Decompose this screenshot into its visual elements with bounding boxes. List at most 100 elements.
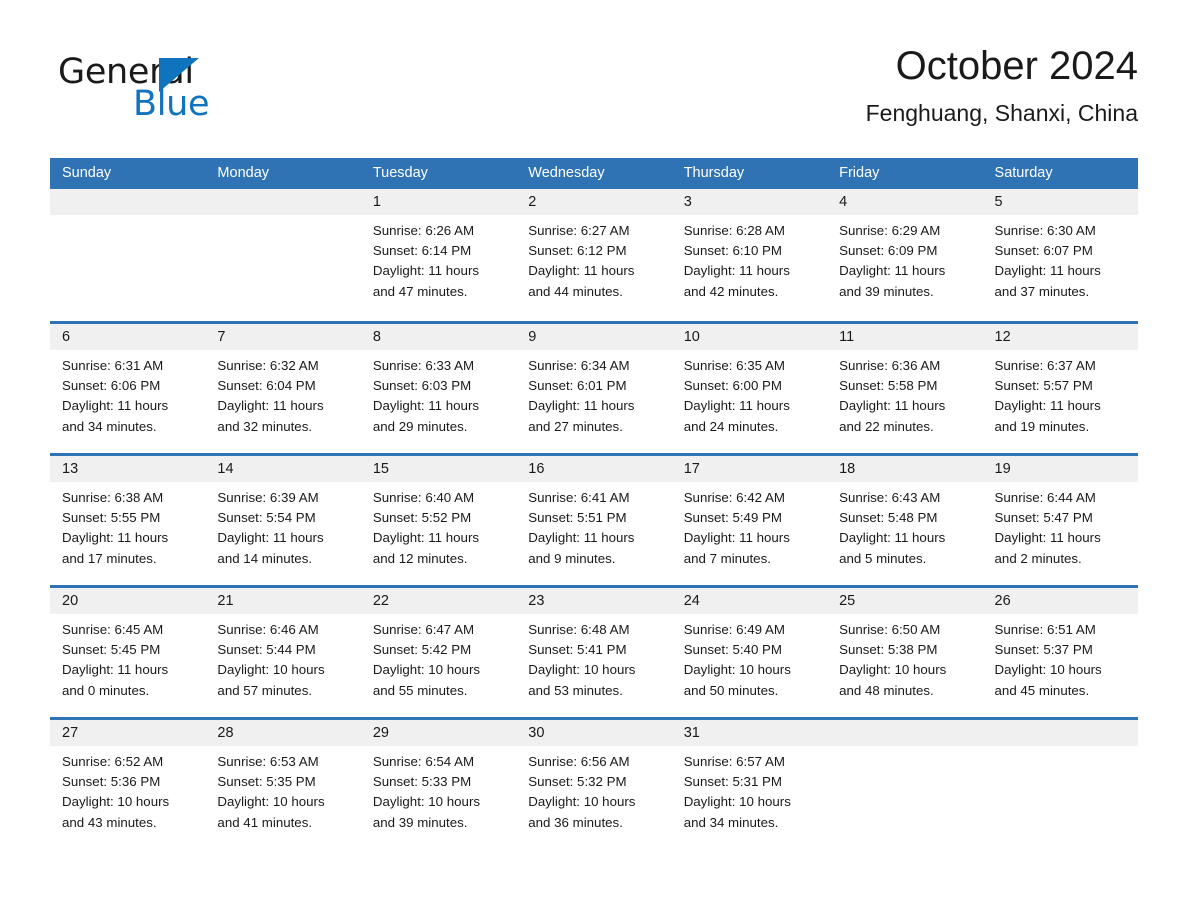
day-number: 18 xyxy=(839,461,856,477)
day-cell-empty xyxy=(982,720,1138,849)
day-cell[interactable]: 27 Sunrise: 6:52 AM Sunset: 5:36 PM Dayligh… xyxy=(50,720,206,849)
day-cell[interactable]: 2 Sunrise: 6:27 AM Sunset: 6:12 PM Daylight… xyxy=(516,189,672,321)
daylight-text-cont: and 12 minutes. xyxy=(372,550,468,566)
day-cell[interactable]: 23 Sunrise: 6:48 AM Sunset: 5:41 PM Dayligh… xyxy=(516,588,672,717)
day-number-band: 31 xyxy=(671,720,828,746)
logo-text-blue: Blue xyxy=(133,84,210,124)
calendar-page: General Blue October 2024 Fenghuang, Sha… xyxy=(0,0,1188,918)
sunset-text: Sunset: 5:31 PM xyxy=(683,774,782,790)
day-cell[interactable]: 24 Sunrise: 6:49 AM Sunset: 5:40 PM Dayligh… xyxy=(671,588,828,717)
day-details: Sunrise: 6:49 AM Sunset: 5:40 PM Daylight:… xyxy=(672,614,827,701)
day-cell[interactable]: 1 Sunrise: 6:26 AM Sunset: 6:14 PM Daylight… xyxy=(360,189,517,321)
weekday-header-sunday: Sunday xyxy=(62,165,112,181)
daylight-text-cont: and 47 minutes. xyxy=(372,283,468,299)
day-number: 14 xyxy=(217,461,234,477)
day-cell[interactable]: 16 Sunrise: 6:41 AM Sunset: 5:51 PM Dayligh… xyxy=(516,456,672,585)
day-details: Sunrise: 6:46 AM Sunset: 5:44 PM Daylight:… xyxy=(205,614,360,701)
day-cell[interactable]: 14 Sunrise: 6:39 AM Sunset: 5:54 PM Dayligh… xyxy=(205,456,361,585)
day-number-band: 22 xyxy=(360,588,517,614)
title-block: October 2024 Fenghuang, Shanxi, China xyxy=(866,40,1138,130)
day-number: 17 xyxy=(683,461,700,477)
day-cell[interactable]: 26 Sunrise: 6:51 AM Sunset: 5:37 PM Dayligh… xyxy=(982,588,1138,717)
day-number-band: 8 xyxy=(360,324,517,350)
calendar-week-row: 1 Sunrise: 6:26 AM Sunset: 6:14 PM Daylight… xyxy=(50,189,1138,321)
sunrise-text: Sunrise: 6:36 AM xyxy=(839,358,941,373)
day-number-band: 29 xyxy=(360,720,517,746)
daylight-text-cont: and 50 minutes. xyxy=(683,682,779,698)
sunrise-text: Sunrise: 6:53 AM xyxy=(217,754,319,769)
day-number: 21 xyxy=(217,593,234,609)
sunset-text: Sunset: 5:32 PM xyxy=(528,774,627,790)
day-cell[interactable]: 9 Sunrise: 6:34 AM Sunset: 6:01 PM Daylight… xyxy=(516,324,672,453)
day-details: Sunrise: 6:30 AM Sunset: 6:07 PM Daylight:… xyxy=(983,215,1138,302)
sunrise-text: Sunrise: 6:27 AM xyxy=(528,223,630,238)
day-cell[interactable]: 7 Sunrise: 6:32 AM Sunset: 6:04 PM Daylight… xyxy=(205,324,361,453)
day-details: Sunrise: 6:37 AM Sunset: 5:57 PM Daylight:… xyxy=(983,350,1138,437)
day-cell[interactable]: 15 Sunrise: 6:40 AM Sunset: 5:52 PM Dayligh… xyxy=(360,456,517,585)
day-cell[interactable]: 25 Sunrise: 6:50 AM Sunset: 5:38 PM Dayligh… xyxy=(827,588,983,717)
day-cell[interactable]: 31 Sunrise: 6:57 AM Sunset: 5:31 PM Dayligh… xyxy=(671,720,828,849)
day-cell[interactable]: 5 Sunrise: 6:30 AM Sunset: 6:07 PM Daylight… xyxy=(982,189,1138,321)
day-number-band: 2 xyxy=(516,189,672,215)
day-cell[interactable]: 17 Sunrise: 6:42 AM Sunset: 5:49 PM Dayligh… xyxy=(671,456,828,585)
daylight-text-cont: and 7 minutes. xyxy=(683,550,771,566)
calendar-week-row: 6 Sunrise: 6:31 AM Sunset: 6:06 PM Daylight… xyxy=(50,321,1138,453)
calendar-week-row: 27 Sunrise: 6:52 AM Sunset: 5:36 PM Dayligh… xyxy=(50,717,1138,849)
day-cell[interactable]: 11 Sunrise: 6:36 AM Sunset: 5:58 PM Dayligh… xyxy=(827,324,983,453)
sunset-text: Sunset: 5:45 PM xyxy=(62,642,161,658)
day-cell[interactable]: 4 Sunrise: 6:29 AM Sunset: 6:09 PM Daylight… xyxy=(827,189,983,321)
day-cell[interactable]: 19 Sunrise: 6:44 AM Sunset: 5:47 PM Dayligh… xyxy=(982,456,1138,585)
day-number: 3 xyxy=(683,194,692,210)
daylight-text: Daylight: 11 hours xyxy=(994,398,1101,414)
daylight-text-cont: and 22 minutes. xyxy=(839,418,934,434)
day-number: 29 xyxy=(372,725,389,741)
day-number-band: 18 xyxy=(827,456,983,482)
day-cell[interactable]: 30 Sunrise: 6:56 AM Sunset: 5:32 PM Dayligh… xyxy=(516,720,672,849)
daylight-text: Daylight: 10 hours xyxy=(217,794,325,810)
day-number-band: 21 xyxy=(205,588,361,614)
daylight-text-cont: and 57 minutes. xyxy=(217,682,313,698)
sunrise-text: Sunrise: 6:50 AM xyxy=(839,622,941,637)
sunset-text: Sunset: 5:58 PM xyxy=(839,378,938,394)
day-cell[interactable]: 21 Sunrise: 6:46 AM Sunset: 5:44 PM Dayligh… xyxy=(205,588,361,717)
daylight-text-cont: and 14 minutes. xyxy=(217,550,313,566)
day-number: 24 xyxy=(683,593,700,609)
day-details: Sunrise: 6:26 AM Sunset: 6:14 PM Daylight:… xyxy=(361,215,516,302)
day-cell[interactable]: 10 Sunrise: 6:35 AM Sunset: 6:00 PM Dayligh… xyxy=(671,324,828,453)
day-cell[interactable]: 3 Sunrise: 6:28 AM Sunset: 6:10 PM Daylight… xyxy=(671,189,828,321)
day-number-band: 6 xyxy=(50,324,206,350)
daylight-text: Daylight: 11 hours xyxy=(217,530,324,546)
day-number: 11 xyxy=(839,329,855,345)
day-cell[interactable]: 20 Sunrise: 6:45 AM Sunset: 5:45 PM Dayligh… xyxy=(50,588,206,717)
day-cell[interactable]: 18 Sunrise: 6:43 AM Sunset: 5:48 PM Dayligh… xyxy=(827,456,983,585)
day-cell[interactable]: 13 Sunrise: 6:38 AM Sunset: 5:55 PM Dayligh… xyxy=(50,456,206,585)
day-details: Sunrise: 6:27 AM Sunset: 6:12 PM Daylight:… xyxy=(516,215,671,302)
weekday-header-friday: Friday xyxy=(839,165,880,181)
day-cell[interactable]: 6 Sunrise: 6:31 AM Sunset: 6:06 PM Daylight… xyxy=(50,324,206,453)
day-number-band xyxy=(827,720,983,746)
daylight-text: Daylight: 11 hours xyxy=(994,530,1101,546)
weekday-header-monday: Monday xyxy=(217,165,270,181)
daylight-text-cont: and 19 minutes. xyxy=(994,418,1090,434)
calendar-weeks: 1 Sunrise: 6:26 AM Sunset: 6:14 PM Daylight… xyxy=(50,189,1138,849)
day-cell[interactable]: 28 Sunrise: 6:53 AM Sunset: 5:35 PM Dayligh… xyxy=(205,720,361,849)
day-cell-empty xyxy=(205,189,361,321)
day-cell[interactable]: 22 Sunrise: 6:47 AM Sunset: 5:42 PM Dayligh… xyxy=(360,588,517,717)
day-cell[interactable]: 12 Sunrise: 6:37 AM Sunset: 5:57 PM Dayligh… xyxy=(982,324,1138,453)
day-details: Sunrise: 6:54 AM Sunset: 5:33 PM Daylight:… xyxy=(361,746,516,833)
daylight-text: Daylight: 10 hours xyxy=(62,794,170,810)
day-cell[interactable]: 8 Sunrise: 6:33 AM Sunset: 6:03 PM Daylight… xyxy=(360,324,517,453)
day-number-band: 9 xyxy=(516,324,672,350)
day-details xyxy=(50,215,205,221)
daylight-text-cont: and 9 minutes. xyxy=(528,550,616,566)
daylight-text: Daylight: 11 hours xyxy=(839,263,946,279)
day-details: Sunrise: 6:43 AM Sunset: 5:48 PM Daylight:… xyxy=(827,482,982,569)
day-cell[interactable]: 29 Sunrise: 6:54 AM Sunset: 5:33 PM Dayligh… xyxy=(360,720,517,849)
sunrise-text: Sunrise: 6:47 AM xyxy=(372,622,475,637)
daylight-text-cont: and 0 minutes. xyxy=(62,682,150,698)
sunset-text: Sunset: 5:55 PM xyxy=(62,510,161,526)
day-number-band: 5 xyxy=(982,189,1138,215)
daylight-text-cont: and 39 minutes. xyxy=(372,814,468,830)
day-number-band: 20 xyxy=(50,588,206,614)
daylight-text-cont: and 37 minutes. xyxy=(994,283,1090,299)
